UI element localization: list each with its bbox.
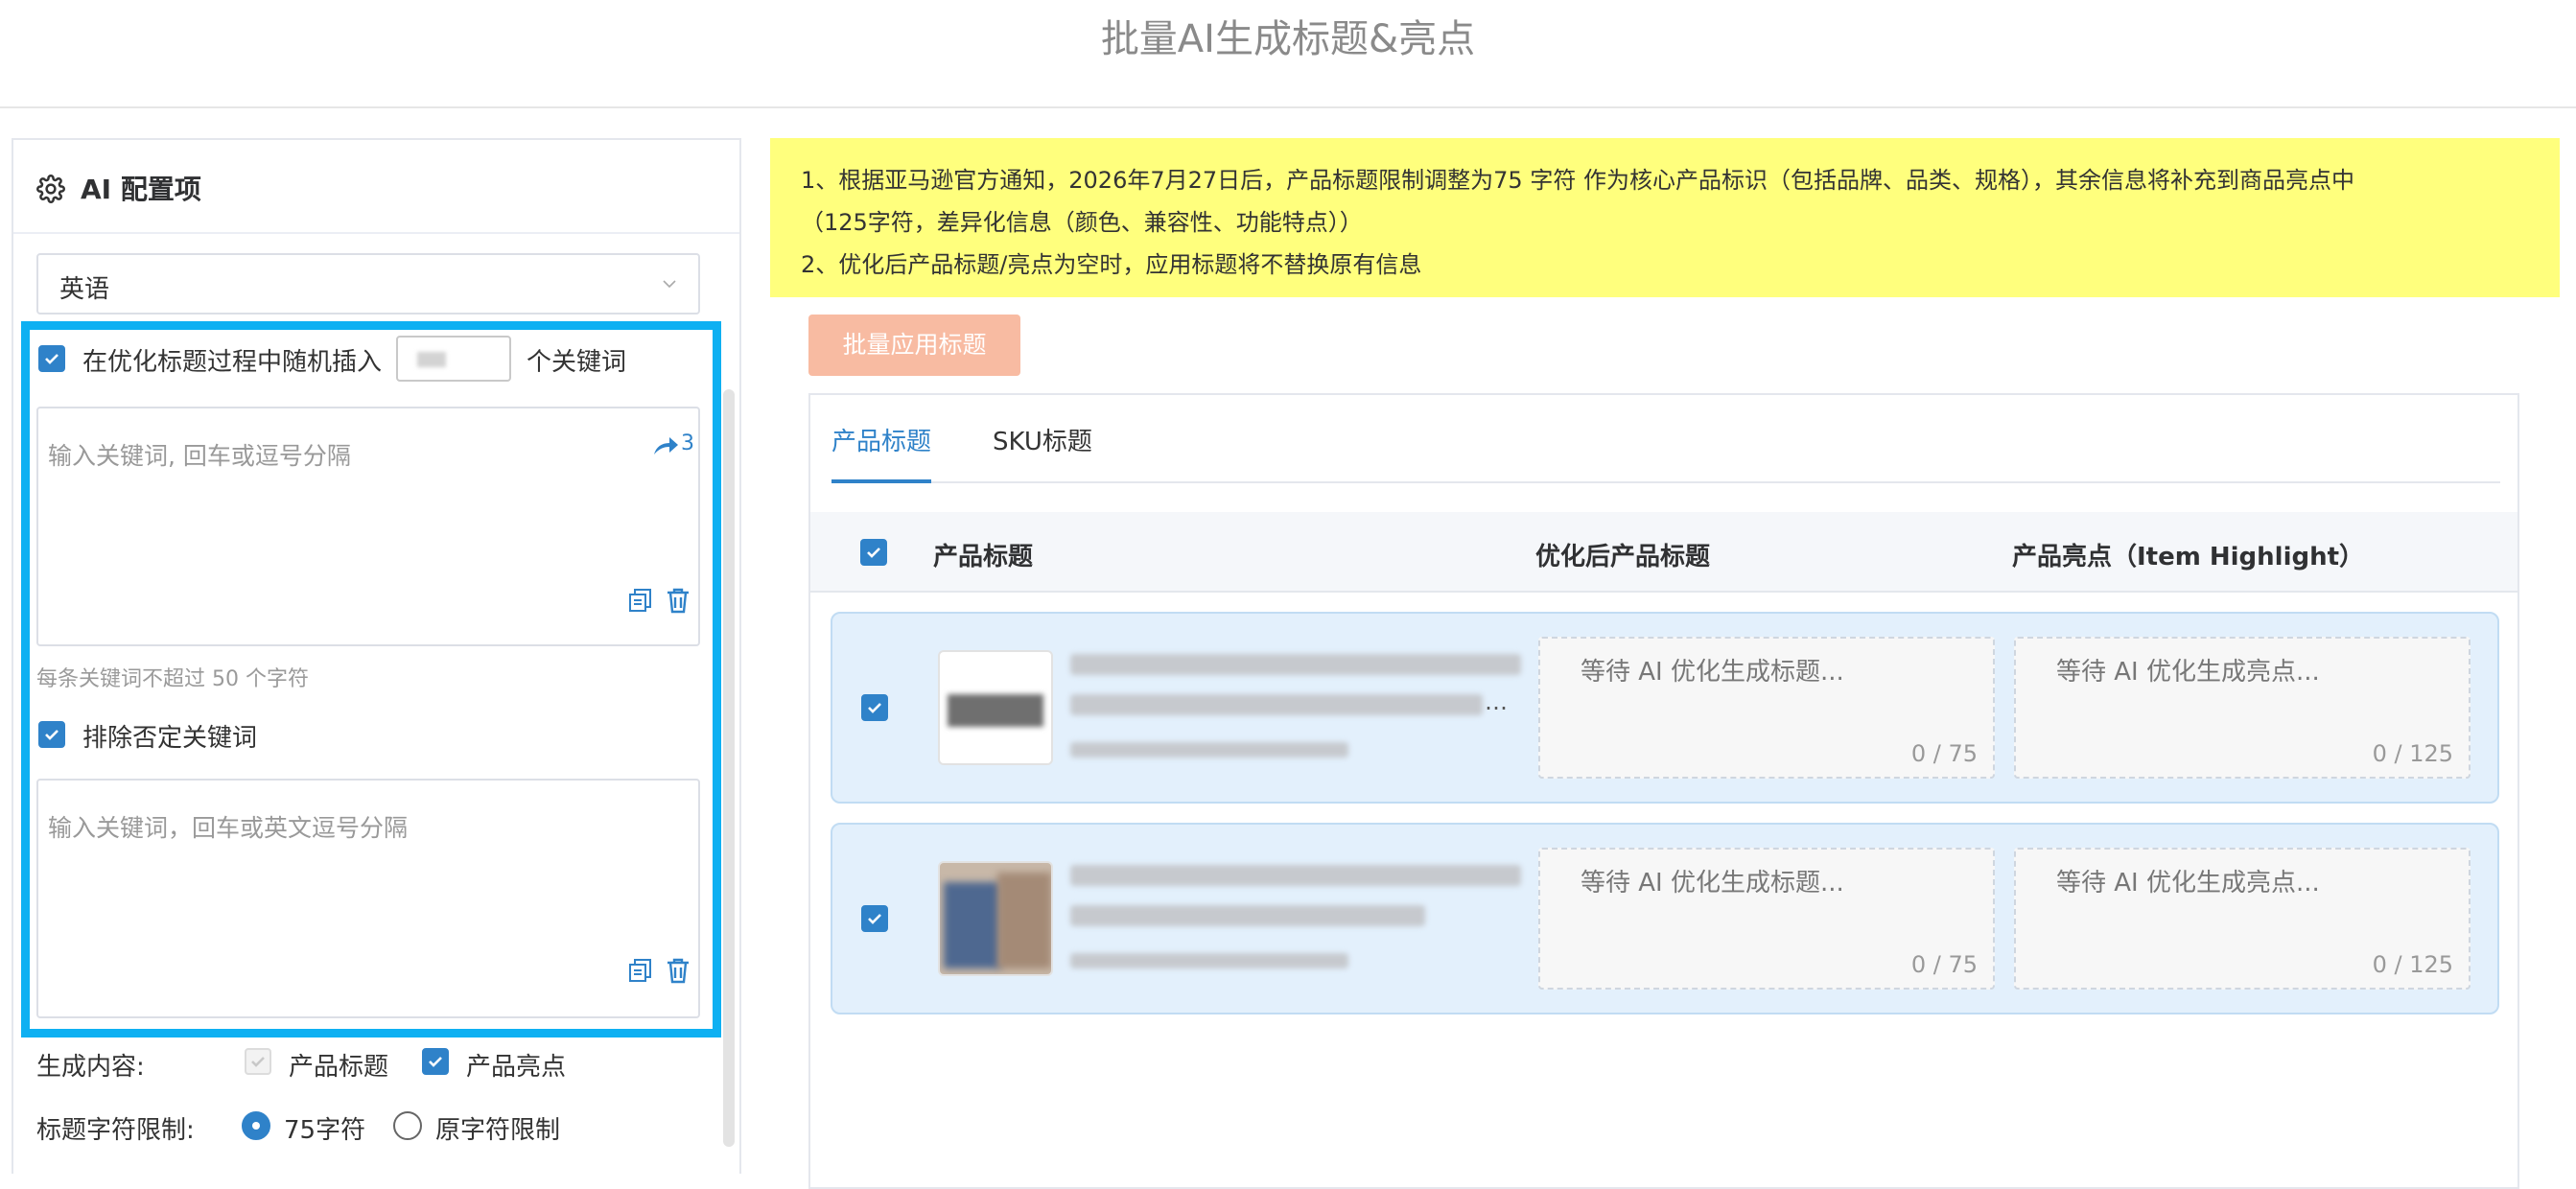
gear-icon xyxy=(36,175,65,203)
product-thumbnail xyxy=(938,861,1053,976)
redacted-title-text xyxy=(1070,865,1521,886)
generate-highlight-checkbox[interactable] xyxy=(422,1048,449,1075)
limit-75-radio[interactable] xyxy=(242,1111,270,1140)
redacted-sku-text xyxy=(1070,742,1348,758)
product-thumbnail xyxy=(938,650,1053,765)
limit-75-label: 75字符 xyxy=(284,1116,366,1145)
highlight-placeholder: 等待 AI 优化生成亮点... xyxy=(2056,869,2320,898)
highlight-char-count: 0 / 125 xyxy=(2372,740,2453,767)
notice-banner: 1、根据亚马逊官方通知，2026年7月27日后，产品标题限制调整为75 字符 作… xyxy=(770,138,2560,297)
language-value: 英语 xyxy=(59,275,110,304)
batch-apply-title-button[interactable]: 批量应用标题 xyxy=(808,315,1020,376)
selection-highlight xyxy=(21,321,721,1037)
optimized-title-field[interactable]: 等待 AI 优化生成标题... 0 / 75 xyxy=(1538,637,1995,779)
generate-highlight-label: 产品亮点 xyxy=(466,1053,567,1082)
generate-title-checkbox[interactable] xyxy=(245,1048,271,1075)
highlight-field[interactable]: 等待 AI 优化生成亮点... 0 / 125 xyxy=(2014,848,2471,990)
tab-product-title[interactable]: 产品标题 xyxy=(831,422,931,457)
limit-original-label: 原字符限制 xyxy=(435,1116,561,1145)
tab-divider xyxy=(831,481,2500,483)
page-header: 批量AI生成标题&亮点 xyxy=(0,0,2576,108)
limit-original-radio[interactable] xyxy=(393,1111,422,1140)
optimized-title-placeholder: 等待 AI 优化生成标题... xyxy=(1581,658,1844,687)
optimized-title-field[interactable]: 等待 AI 优化生成标题... 0 / 75 xyxy=(1538,848,1995,990)
notice-line: 1、根据亚马逊官方通知，2026年7月27日后，产品标题限制调整为75 字符 作… xyxy=(801,167,2354,194)
tab-sku-title[interactable]: SKU标题 xyxy=(993,422,1092,457)
redacted-title-text xyxy=(1070,654,1521,675)
select-all-checkbox[interactable] xyxy=(860,539,887,566)
title-char-count: 0 / 75 xyxy=(1910,740,1978,767)
title-char-count: 0 / 75 xyxy=(1910,951,1978,978)
notice-line: 2、优化后产品标题/亮点为空时，应用标题将不替换原有信息 xyxy=(801,251,1422,278)
generate-content-label: 生成内容: xyxy=(36,1053,145,1082)
config-panel-title: AI 配置项 xyxy=(81,174,201,205)
redacted-title-text xyxy=(1070,694,1483,715)
optimized-title-placeholder: 等待 AI 优化生成标题... xyxy=(1581,869,1844,898)
table-header: 产品标题 优化后产品标题 产品亮点（Item Highlight） xyxy=(810,512,2517,593)
redacted-sku-text xyxy=(1070,953,1348,968)
title-ellipsis: … xyxy=(1485,688,1508,715)
generate-title-label: 产品标题 xyxy=(289,1053,389,1082)
page-title: 批量AI生成标题&亮点 xyxy=(1100,17,1476,61)
header-product-title: 产品标题 xyxy=(933,543,1034,571)
config-panel-header: AI 配置项 xyxy=(13,140,739,234)
chevron-down-icon xyxy=(663,280,676,289)
header-highlight: 产品亮点（Item Highlight） xyxy=(2012,543,2365,571)
highlight-placeholder: 等待 AI 优化生成亮点... xyxy=(2056,658,2320,687)
row-checkbox[interactable] xyxy=(861,905,888,932)
table-row[interactable]: 等待 AI 优化生成标题... 0 / 75 等待 AI 优化生成亮点... 0… xyxy=(831,823,2499,1014)
active-tab-indicator xyxy=(831,479,931,483)
panel-scrollbar[interactable] xyxy=(723,389,735,1147)
redacted-title-text xyxy=(1070,905,1425,926)
highlight-char-count: 0 / 125 xyxy=(2372,951,2453,978)
language-select[interactable]: 英语 xyxy=(36,253,700,315)
header-optimized-title: 优化后产品标题 xyxy=(1535,543,1711,571)
row-checkbox[interactable] xyxy=(861,694,888,721)
table-row[interactable]: … 等待 AI 优化生成标题... 0 / 75 等待 AI 优化生成亮点...… xyxy=(831,612,2499,804)
title-limit-label: 标题字符限制: xyxy=(36,1116,195,1145)
highlight-field[interactable]: 等待 AI 优化生成亮点... 0 / 125 xyxy=(2014,637,2471,779)
notice-line: （125字符，差异化信息（颜色、兼容性、功能特点）） xyxy=(801,209,1363,236)
